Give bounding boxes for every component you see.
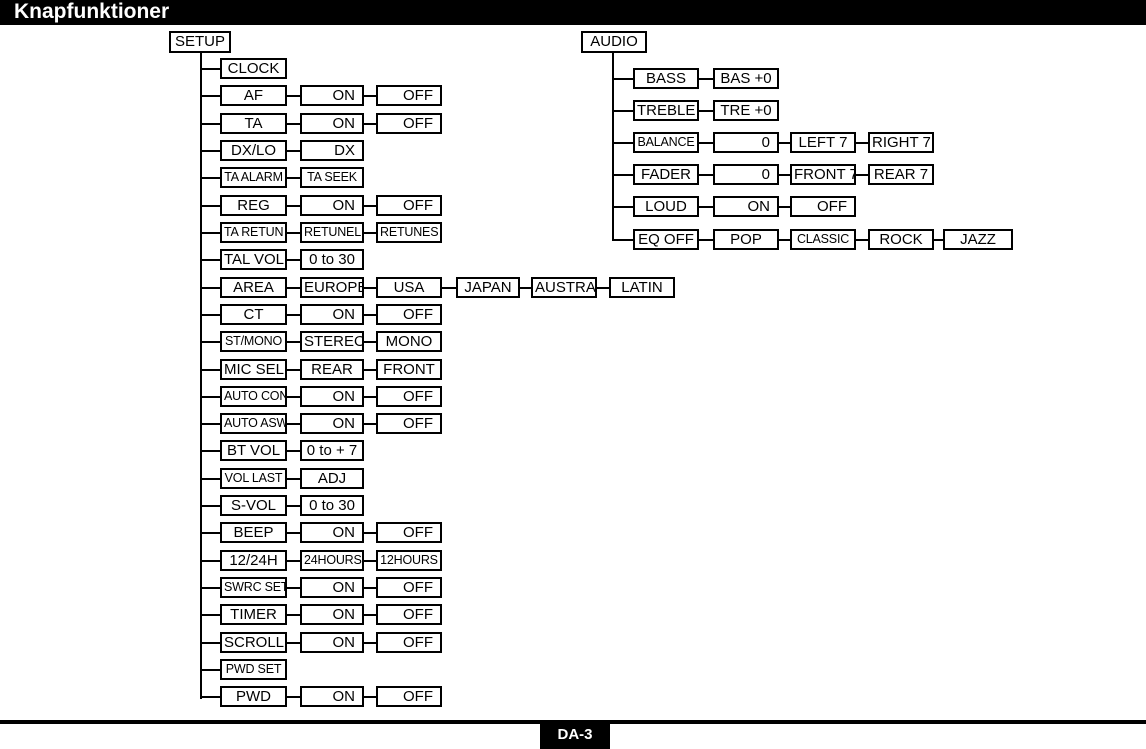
tree-node-value[interactable]: OFF (376, 413, 442, 434)
tree-root-audio[interactable]: AUDIO (581, 31, 647, 53)
tree-node-label[interactable]: TREBLE (633, 100, 699, 121)
tree-node-label[interactable]: TA (220, 113, 287, 134)
tree-node-value[interactable]: RIGHT 7 (868, 132, 934, 153)
title-bar: Knapfunktioner (0, 0, 1146, 25)
tree-node-value[interactable]: ON (300, 195, 364, 216)
tree-node-value[interactable]: REAR 7 (868, 164, 934, 185)
tree-node-value[interactable]: FRONT (376, 359, 442, 380)
tree-node-value[interactable]: JAZZ (943, 229, 1013, 250)
tree-node-value[interactable]: EUROPE (300, 277, 364, 298)
tree-node-value[interactable]: OFF (376, 577, 442, 598)
tree-node-value[interactable]: OFF (376, 386, 442, 407)
tree-node-value[interactable]: 12HOURS (376, 550, 442, 571)
tree-node-label[interactable]: BALANCE (633, 132, 699, 153)
tree-node-label[interactable]: TA RETUN (220, 222, 287, 243)
tree-node-value[interactable]: ON (300, 686, 364, 707)
tree-node-value[interactable]: 0 to 30 (300, 495, 364, 516)
tree-node-value[interactable]: TA SEEK (300, 167, 364, 188)
tree-node-label[interactable]: AF (220, 85, 287, 106)
tree-node-label[interactable]: BT VOL (220, 440, 287, 461)
tree-node-value[interactable]: ON (300, 413, 364, 434)
tree-node-value[interactable]: LATIN (609, 277, 675, 298)
tree-node-label[interactable]: LOUD (633, 196, 699, 217)
tree-node-label[interactable]: VOL LAST (220, 468, 287, 489)
tree-node-value[interactable]: MONO (376, 331, 442, 352)
tree-node-label[interactable]: MIC SEL (220, 359, 287, 380)
tree-node-label[interactable]: SWRC SET (220, 577, 287, 598)
tree-node-value[interactable]: ON (300, 577, 364, 598)
tree-node-label[interactable]: TIMER (220, 604, 287, 625)
tree-node-value[interactable]: OFF (376, 113, 442, 134)
tree-node-label[interactable]: DX/LO (220, 140, 287, 161)
tree-node-value[interactable]: OFF (790, 196, 856, 217)
tree-node-label[interactable]: PWD (220, 686, 287, 707)
tree-node-label[interactable]: BASS (633, 68, 699, 89)
tree-node-value[interactable]: DX (300, 140, 364, 161)
tree-node-label[interactable]: 12/24H (220, 550, 287, 571)
tree-node-value[interactable]: ON (300, 304, 364, 325)
tree-node-value[interactable]: ON (300, 604, 364, 625)
tree-node-value[interactable]: 0 to + 7 (300, 440, 364, 461)
tree-node-value[interactable]: 0 (713, 164, 779, 185)
tree-node-value[interactable]: CLASSIC (790, 229, 856, 250)
tree-node-label[interactable]: ST/MONO (220, 331, 287, 352)
tree-node-value[interactable]: TRE +0 (713, 100, 779, 121)
tree-node-value[interactable]: REAR (300, 359, 364, 380)
tree-node-value[interactable]: ON (300, 386, 364, 407)
tree-node-label[interactable]: SCROLL (220, 632, 287, 653)
tree-node-value[interactable]: JAPAN (456, 277, 520, 298)
tree-node-value[interactable]: 0 (713, 132, 779, 153)
tree-node-value[interactable]: STEREO (300, 331, 364, 352)
tree-node-value[interactable]: FRONT 7 (790, 164, 856, 185)
tree-node-label[interactable]: AUTO CON (220, 386, 287, 407)
tree-node-value[interactable]: ROCK (868, 229, 934, 250)
tree-node-value[interactable]: USA (376, 277, 442, 298)
tree-node-value[interactable]: POP (713, 229, 779, 250)
tree-node-label[interactable]: BEEP (220, 522, 287, 543)
tree-node-value[interactable]: OFF (376, 632, 442, 653)
tree-node-value[interactable]: ON (300, 85, 364, 106)
tree-node-value[interactable]: ON (300, 113, 364, 134)
tree-node-label[interactable]: AUTO ASW (220, 413, 287, 434)
tree-node-value[interactable]: RETUNES (376, 222, 442, 243)
tree-node-value[interactable]: OFF (376, 304, 442, 325)
tree-node-label[interactable]: CLOCK (220, 58, 287, 79)
tree-node-label[interactable]: FADER (633, 164, 699, 185)
tree-node-label[interactable]: TA ALARM (220, 167, 287, 188)
page-title: Knapfunktioner (14, 0, 170, 23)
tree-node-label[interactable]: CT (220, 304, 287, 325)
tree-node-value[interactable]: ON (713, 196, 779, 217)
tree-node-value[interactable]: OFF (376, 604, 442, 625)
tree-node-value[interactable]: RETUNEL (300, 222, 364, 243)
tree-node-label[interactable]: AREA (220, 277, 287, 298)
tree-node-value[interactable]: ON (300, 522, 364, 543)
tree-node-value[interactable]: AUSTRA (531, 277, 597, 298)
tree-node-value[interactable]: OFF (376, 195, 442, 216)
tree-node-value[interactable]: LEFT 7 (790, 132, 856, 153)
tree-node-value[interactable]: ON (300, 632, 364, 653)
diagram-canvas: SETUP CLOCK AF ON OFF TA ON OFF DX/LO DX TA ALARM T… (0, 25, 1146, 720)
tree-node-label[interactable]: REG (220, 195, 287, 216)
tree-node-value[interactable]: 24HOURS (300, 550, 364, 571)
tree-node-value[interactable]: OFF (376, 522, 442, 543)
tree-node-label[interactable]: PWD SET (220, 659, 287, 680)
tree-node-value[interactable]: OFF (376, 686, 442, 707)
tree-node-label[interactable]: EQ OFF (633, 229, 699, 250)
tree-node-label[interactable]: S-VOL (220, 495, 287, 516)
tree-root-setup[interactable]: SETUP (169, 31, 231, 53)
tree-node-value[interactable]: 0 to 30 (300, 249, 364, 270)
tree-node-value[interactable]: BAS +0 (713, 68, 779, 89)
page-root: Knapfunktioner SETUP CLOCK AF ON OFF TA ON OFF D… (0, 0, 1146, 749)
tree-node-value[interactable]: ADJ (300, 468, 364, 489)
page-number-badge: DA-3 (540, 722, 610, 749)
tree-node-label[interactable]: TAL VOL (220, 249, 287, 270)
tree-node-value[interactable]: OFF (376, 85, 442, 106)
